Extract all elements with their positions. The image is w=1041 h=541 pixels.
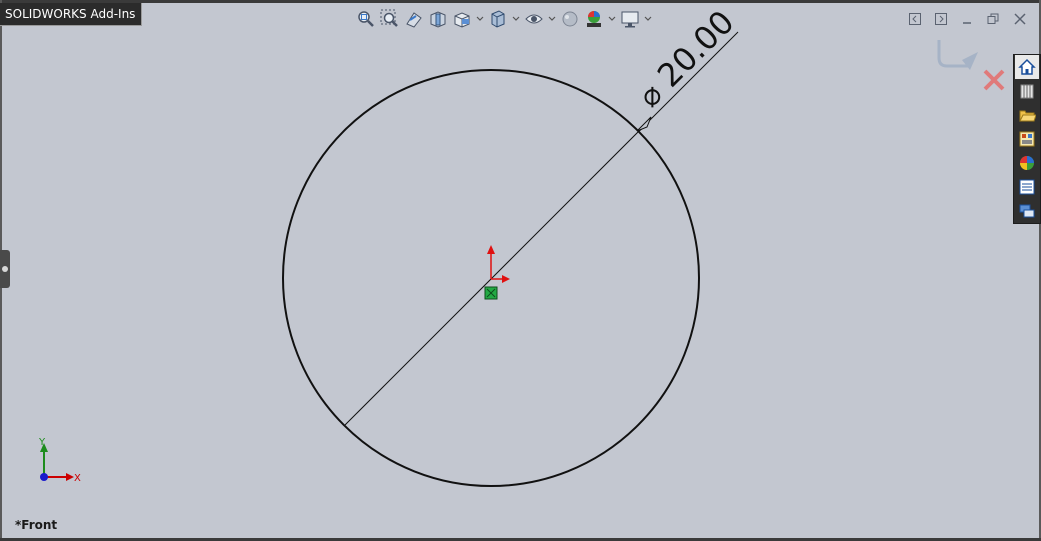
previous-view-icon[interactable] bbox=[403, 8, 425, 30]
solidworks-addins-tab[interactable]: SOLIDWORKS Add-Ins bbox=[0, 3, 143, 26]
view-palette-icon[interactable] bbox=[1015, 127, 1039, 151]
triad-x-label: X bbox=[74, 473, 81, 484]
edit-appearance-icon[interactable] bbox=[559, 8, 581, 30]
graphics-area[interactable]: ⌀ 20.00 Y X bbox=[0, 0, 1041, 541]
solidworks-resources-icon[interactable] bbox=[1015, 55, 1039, 79]
close-icon[interactable] bbox=[1010, 10, 1030, 28]
zoom-to-area-icon[interactable] bbox=[379, 8, 401, 30]
handle-dot-icon bbox=[2, 266, 8, 272]
view-settings-icon[interactable] bbox=[619, 8, 641, 30]
display-style-icon[interactable] bbox=[487, 8, 509, 30]
next-viewport-icon[interactable] bbox=[931, 10, 951, 28]
hide-show-dropdown-icon[interactable] bbox=[547, 8, 557, 30]
view-orientation-icon[interactable] bbox=[451, 8, 473, 30]
heads-up-view-toolbar bbox=[355, 8, 653, 30]
reference-triad: Y X bbox=[38, 437, 81, 484]
restore-icon[interactable] bbox=[983, 10, 1003, 28]
solidworks-forum-icon[interactable] bbox=[1015, 199, 1039, 223]
custom-properties-icon[interactable] bbox=[1015, 175, 1039, 199]
view-orientation-label: *Front bbox=[15, 518, 58, 532]
view-settings-dropdown-icon[interactable] bbox=[643, 8, 653, 30]
task-pane-tabs bbox=[1013, 54, 1041, 224]
view-orientation-dropdown-icon[interactable] bbox=[475, 8, 485, 30]
dimension-value: 20.00 bbox=[650, 3, 742, 95]
triad-y-label: Y bbox=[38, 437, 46, 448]
cancel-sketch-icon[interactable] bbox=[983, 69, 1005, 91]
minimize-icon[interactable] bbox=[957, 10, 977, 28]
design-library-icon[interactable] bbox=[1015, 79, 1039, 103]
appearances-scenes-icon[interactable] bbox=[1015, 151, 1039, 175]
previous-viewport-icon[interactable] bbox=[905, 10, 925, 28]
zoom-to-fit-icon[interactable] bbox=[355, 8, 377, 30]
feature-manager-flyout-handle[interactable] bbox=[0, 250, 10, 288]
apply-scene-icon[interactable] bbox=[583, 8, 605, 30]
dimension-arrowhead-fill bbox=[636, 116, 652, 132]
exit-sketch-icon[interactable] bbox=[937, 40, 978, 70]
hide-show-items-icon[interactable] bbox=[523, 8, 545, 30]
display-style-dropdown-icon[interactable] bbox=[511, 8, 521, 30]
section-view-icon[interactable] bbox=[427, 8, 449, 30]
file-explorer-icon[interactable] bbox=[1015, 103, 1039, 127]
apply-scene-dropdown-icon[interactable] bbox=[607, 8, 617, 30]
center-point-icon[interactable] bbox=[484, 286, 498, 300]
